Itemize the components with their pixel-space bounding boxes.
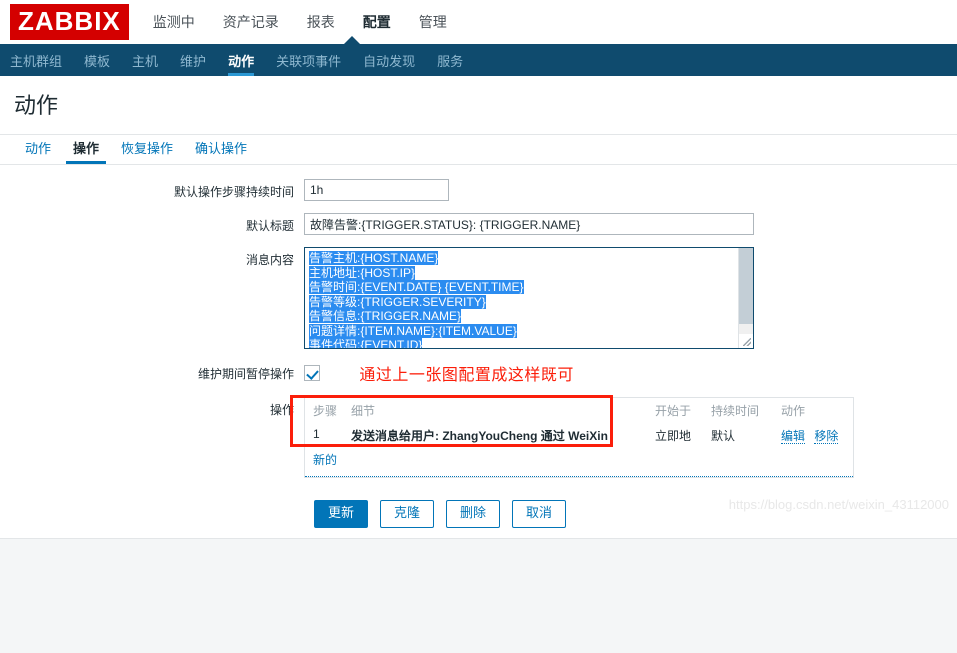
form-tabs: 动作 操作 恢复操作 确认操作: [0, 135, 957, 165]
nav-item-hosts[interactable]: 主机: [132, 44, 158, 76]
content-area: 动作 操作 恢复操作 确认操作 默认操作步骤持续时间 默认标题: [0, 135, 957, 653]
nav-item-maintenance[interactable]: 维护: [180, 44, 206, 76]
cancel-button[interactable]: 取消: [512, 500, 567, 528]
tab-action[interactable]: 动作: [14, 138, 62, 164]
page-title-area: 动作: [0, 76, 957, 135]
column-header-action: 动作: [781, 404, 806, 418]
message-line: 告警主机:{HOST.NAME}: [309, 251, 749, 266]
nav-item-correlation-events[interactable]: 关联项事件: [276, 44, 341, 76]
message-line-text: 事件代码:{EVENT.ID}: [309, 338, 423, 348]
message-line-text: 告警信息:{TRIGGER.NAME}: [309, 309, 462, 323]
textarea-resize-grip[interactable]: [739, 334, 753, 348]
label-message-body: 消息内容: [245, 253, 294, 267]
label-default-duration: 默认操作步骤持续时间: [173, 185, 294, 199]
message-line-text: 问题详情:{ITEM.NAME}:{ITEM.VALUE}: [309, 323, 517, 338]
default-subject-input[interactable]: [304, 213, 754, 235]
remove-operation-link[interactable]: 移除: [814, 429, 839, 444]
row-operations-table: 操作 步骤 细节 开始于 持续时间 动作 1 发送消息给用户: ZhangYou…: [0, 395, 957, 478]
zabbix-logo[interactable]: ZABBIX: [10, 4, 129, 40]
topmenu-item-inventory[interactable]: 资产记录: [221, 8, 281, 36]
tab-acknowledge-operations[interactable]: 确认操作: [184, 138, 258, 164]
pause-maintenance-checkbox[interactable]: [304, 365, 320, 381]
delete-button[interactable]: 删除: [446, 500, 501, 528]
update-button[interactable]: 更新: [314, 500, 369, 528]
watermark-text: https://blog.csdn.net/weixin_43112000: [728, 497, 949, 512]
field-message-body: 告警主机:{HOST.NAME} 主机地址:{HOST.IP} 告警时间:{EV…: [304, 247, 957, 349]
top-main-menu: 监测中 资产记录 报表 配置 管理: [151, 8, 449, 36]
message-line-text: 告警主机:{HOST.NAME}: [309, 251, 439, 265]
red-annotation-text: 通过上一张图配置成这样既可: [359, 367, 574, 384]
row-message-body: 消息内容 告警主机:{HOST.NAME} 主机地址:{HOST.IP} 告警时…: [0, 247, 957, 349]
message-line: 告警时间:{EVENT.DATE} {EVENT.TIME}: [309, 280, 749, 295]
nav-item-discovery[interactable]: 自动发现: [363, 44, 415, 76]
default-duration-input[interactable]: [304, 179, 449, 201]
nav-item-host-groups[interactable]: 主机群组: [10, 44, 62, 76]
cell-details: 发送消息给用户: ZhangYouCheng 通过 WeiXin: [351, 429, 608, 443]
field-operations: 步骤 细节 开始于 持续时间 动作 1 发送消息给用户: ZhangYouChe…: [290, 395, 957, 478]
field-default-duration: [304, 179, 957, 201]
textarea-scrollbar[interactable]: [738, 248, 753, 348]
tab-operations[interactable]: 操作: [62, 138, 110, 164]
top-header-bar: ZABBIX 监测中 资产记录 报表 配置 管理: [0, 0, 957, 44]
label-default-subject: 默认标题: [245, 219, 294, 233]
cell-step: 1: [313, 427, 320, 441]
table-row: 1 发送消息给用户: ZhangYouCheng 通过 WeiXin 立即地 默…: [305, 423, 853, 448]
new-operation-link[interactable]: 新的: [305, 448, 853, 477]
field-pause-maintenance: 通过上一张图配置成这样既可: [304, 361, 957, 385]
message-line: 告警信息:{TRIGGER.NAME}: [309, 309, 749, 324]
message-line: 问题详情:{ITEM.NAME}:{ITEM.VALUE}: [309, 323, 749, 339]
table-header-row: 步骤 细节 开始于 持续时间 动作: [305, 398, 853, 423]
page-title: 动作: [14, 93, 59, 118]
tab-recovery-operations[interactable]: 恢复操作: [110, 138, 184, 164]
operations-form: 默认操作步骤持续时间 默认标题 消息内容 告警主机:{HOST.NAME}: [0, 165, 957, 538]
action-form-card: 动作 操作 恢复操作 确认操作 默认操作步骤持续时间 默认标题: [0, 135, 957, 539]
edit-operation-link[interactable]: 编辑: [781, 429, 806, 444]
column-header-step: 步骤: [313, 404, 338, 418]
clone-button[interactable]: 克隆: [380, 500, 435, 528]
nav-item-actions[interactable]: 动作: [228, 44, 255, 76]
message-line: 主机地址:{HOST.IP}: [309, 265, 749, 281]
nav-item-services[interactable]: 服务: [437, 44, 463, 76]
topmenu-item-configuration[interactable]: 配置: [361, 8, 393, 36]
message-body-textarea[interactable]: 告警主机:{HOST.NAME} 主机地址:{HOST.IP} 告警时间:{EV…: [304, 247, 754, 349]
column-header-start-in: 开始于: [655, 404, 692, 418]
topmenu-item-monitoring[interactable]: 监测中: [151, 8, 197, 36]
cell-duration: 默认: [711, 429, 736, 443]
nav-item-templates[interactable]: 模板: [84, 44, 110, 76]
secondary-nav-bar: 主机群组 模板 主机 维护 动作 关联项事件 自动发现 服务: [0, 36, 957, 76]
topmenu-item-reports[interactable]: 报表: [305, 8, 337, 36]
field-default-subject: [304, 213, 957, 235]
textarea-scrollbar-thumb[interactable]: [739, 248, 753, 324]
cell-actions: 编辑 移除: [773, 423, 853, 448]
row-pause-maintenance: 维护期间暂停操作 通过上一张图配置成这样既可: [0, 361, 957, 385]
operations-table: 步骤 细节 开始于 持续时间 动作 1 发送消息给用户: ZhangYouChe…: [305, 398, 853, 448]
column-header-details: 细节: [351, 404, 376, 418]
column-header-duration: 持续时间: [711, 404, 760, 418]
message-line-text: 告警时间:{EVENT.DATE} {EVENT.TIME}: [309, 280, 524, 294]
message-line: 事件代码:{EVENT.ID}: [309, 338, 749, 348]
label-pause-maintenance: 维护期间暂停操作: [197, 367, 294, 381]
message-line-text: 主机地址:{HOST.IP}: [309, 265, 416, 280]
operations-table-wrapper: 步骤 细节 开始于 持续时间 动作 1 发送消息给用户: ZhangYouChe…: [304, 397, 854, 478]
label-operations: 操作: [269, 403, 294, 417]
row-default-duration: 默认操作步骤持续时间: [0, 179, 957, 201]
message-line: 告警等级:{TRIGGER.SEVERITY}: [309, 294, 749, 310]
cell-start-in: 立即地: [655, 429, 692, 443]
topmenu-item-administration[interactable]: 管理: [417, 8, 449, 36]
row-default-subject: 默认标题: [0, 213, 957, 235]
message-line-text: 告警等级:{TRIGGER.SEVERITY}: [309, 294, 486, 309]
